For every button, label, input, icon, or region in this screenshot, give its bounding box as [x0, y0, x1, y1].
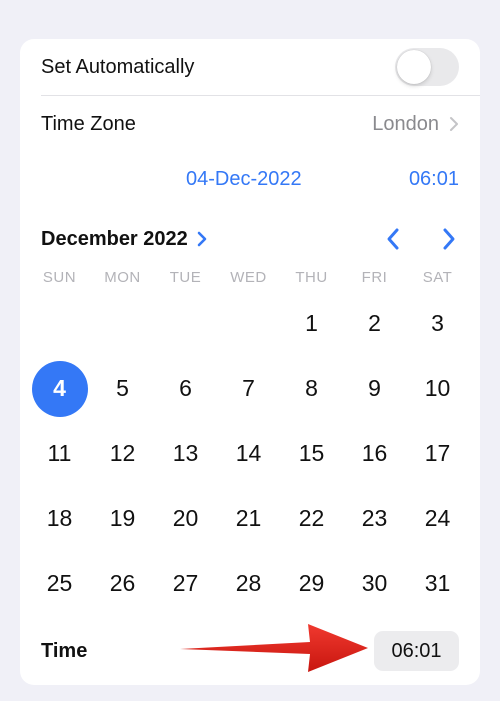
date-value[interactable]: 04-Dec-2022 — [186, 168, 302, 191]
calendar-day[interactable]: 24 — [406, 486, 469, 551]
date-time-card: Set Automatically Time Zone London 04-De… — [20, 39, 480, 685]
chevron-right-icon — [443, 228, 455, 250]
calendar-day[interactable]: 12 — [91, 421, 154, 486]
time-zone-label: Time Zone — [41, 112, 136, 135]
calendar-day[interactable]: 1 — [280, 291, 343, 356]
red-arrow-annotation — [180, 624, 368, 672]
calendar-day[interactable]: 5 — [91, 356, 154, 421]
calendar-day[interactable]: 25 — [28, 551, 91, 616]
calendar-day[interactable]: 10 — [406, 356, 469, 421]
selected-day: 4 — [31, 360, 88, 417]
chevron-right-icon[interactable] — [196, 230, 208, 248]
calendar-day[interactable]: 14 — [217, 421, 280, 486]
empty-day-cell — [154, 291, 217, 356]
set-automatically-label: Set Automatically — [41, 55, 195, 78]
weekday-label: SUN — [42, 269, 77, 286]
calendar-day[interactable]: 26 — [91, 551, 154, 616]
calendar-day[interactable]: 2 — [343, 291, 406, 356]
calendar-day[interactable]: 7 — [217, 356, 280, 421]
time-picker-value: 06:01 — [391, 639, 442, 662]
calendar-day[interactable]: 18 — [28, 486, 91, 551]
calendar-day[interactable]: 13 — [154, 421, 217, 486]
time-zone-value: London — [372, 112, 439, 135]
empty-day-cell — [28, 291, 91, 356]
next-month-button[interactable] — [439, 226, 459, 252]
time-value[interactable]: 06:01 — [409, 168, 459, 191]
weekday-header: SUN MON TUE WED THU FRI SAT — [28, 269, 469, 286]
calendar-day[interactable]: 9 — [343, 356, 406, 421]
calendar-day[interactable]: 19 — [91, 486, 154, 551]
date-time-row: 04-Dec-2022 06:01 — [20, 157, 480, 201]
calendar-day[interactable]: 31 — [406, 551, 469, 616]
calendar-day[interactable]: 3 — [406, 291, 469, 356]
weekday-label: TUE — [169, 269, 202, 286]
month-header: December 2022 — [20, 219, 480, 259]
chevron-left-icon — [387, 228, 399, 250]
weekday-label: WED — [230, 269, 267, 286]
weekday-label: THU — [295, 269, 328, 286]
time-zone-row[interactable]: Time Zone London — [20, 96, 480, 152]
weekday-label: FRI — [361, 269, 388, 286]
calendar-day[interactable]: 17 — [406, 421, 469, 486]
month-title[interactable]: December 2022 — [41, 228, 188, 251]
calendar-day[interactable]: 8 — [280, 356, 343, 421]
calendar-day[interactable]: 16 — [343, 421, 406, 486]
empty-day-cell — [91, 291, 154, 356]
toggle-knob — [397, 50, 431, 84]
weekday-label: MON — [104, 269, 141, 286]
calendar-grid: 1 2 3 4 5 6 7 8 9 10 11 12 13 14 15 16 17 18 19 20 21 22 23 24 2… — [28, 291, 469, 616]
calendar-day[interactable]: 4 — [28, 356, 91, 421]
time-picker-button[interactable]: 06:01 — [374, 631, 459, 671]
calendar-day[interactable]: 20 — [154, 486, 217, 551]
calendar-day[interactable]: 22 — [280, 486, 343, 551]
calendar-day[interactable]: 28 — [217, 551, 280, 616]
previous-month-button[interactable] — [383, 226, 403, 252]
calendar-day[interactable]: 11 — [28, 421, 91, 486]
set-automatically-row: Set Automatically — [20, 39, 480, 95]
calendar-day[interactable]: 15 — [280, 421, 343, 486]
chevron-right-icon — [450, 117, 458, 131]
calendar-day[interactable]: 27 — [154, 551, 217, 616]
calendar-day[interactable]: 23 — [343, 486, 406, 551]
weekday-label: SAT — [422, 269, 453, 286]
calendar-day[interactable]: 29 — [280, 551, 343, 616]
calendar-day[interactable]: 30 — [343, 551, 406, 616]
set-automatically-toggle[interactable] — [395, 48, 459, 86]
time-label: Time — [41, 639, 88, 662]
time-zone-value-group: London — [372, 113, 459, 136]
month-nav — [383, 226, 459, 252]
empty-day-cell — [217, 291, 280, 356]
calendar-day[interactable]: 21 — [217, 486, 280, 551]
calendar-day[interactable]: 6 — [154, 356, 217, 421]
